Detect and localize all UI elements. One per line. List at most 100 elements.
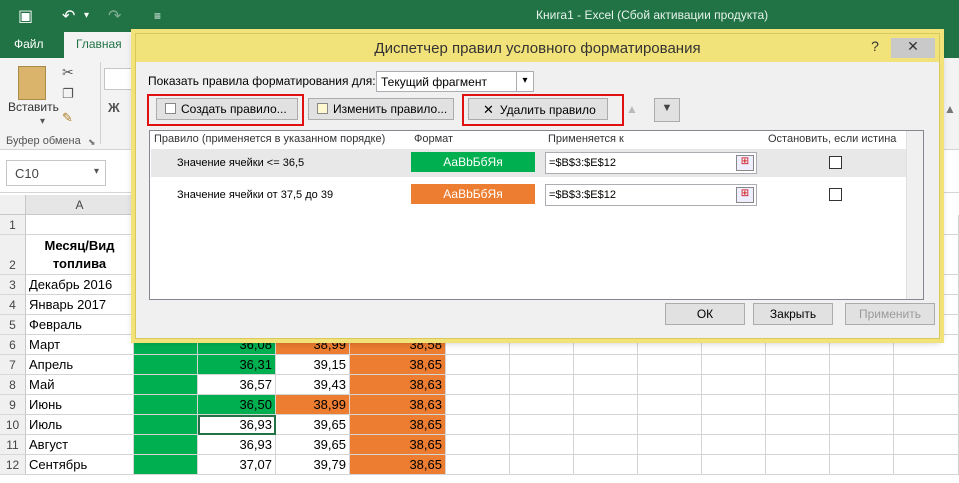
name-box-dropdown-icon[interactable]: ▾: [94, 166, 99, 177]
cell[interactable]: 39,65: [276, 435, 350, 455]
cell[interactable]: Месяц/Вид топлива: [26, 235, 134, 275]
apply-button[interactable]: Применить: [845, 303, 935, 325]
cell[interactable]: [766, 375, 830, 395]
cell[interactable]: [702, 415, 766, 435]
help-icon[interactable]: ?: [865, 38, 885, 58]
cell[interactable]: [638, 435, 702, 455]
cell[interactable]: Август: [26, 435, 134, 455]
cell[interactable]: [446, 435, 510, 455]
cell[interactable]: [830, 415, 894, 435]
cell[interactable]: [574, 455, 638, 475]
rules-scrollbar[interactable]: [906, 131, 923, 299]
cell[interactable]: [574, 415, 638, 435]
cell[interactable]: [134, 375, 198, 395]
cell[interactable]: [446, 395, 510, 415]
cell[interactable]: [638, 375, 702, 395]
paste-label[interactable]: Вставить: [8, 100, 59, 114]
cell[interactable]: [702, 455, 766, 475]
cell[interactable]: [134, 455, 198, 475]
cell[interactable]: [510, 455, 574, 475]
customize-qat-icon[interactable]: ≡: [154, 9, 161, 23]
cell[interactable]: [830, 455, 894, 475]
paste-icon[interactable]: [18, 66, 46, 100]
cell[interactable]: [26, 215, 134, 235]
cell[interactable]: Сентябрь: [26, 455, 134, 475]
cell[interactable]: 39,79: [276, 455, 350, 475]
row-header[interactable]: 8: [0, 375, 26, 395]
cell[interactable]: [702, 435, 766, 455]
cell[interactable]: [134, 355, 198, 375]
cell[interactable]: 39,43: [276, 375, 350, 395]
cell[interactable]: [638, 355, 702, 375]
chevron-down-icon[interactable]: ▾: [516, 72, 533, 91]
cell[interactable]: [446, 355, 510, 375]
cell[interactable]: [702, 355, 766, 375]
cell[interactable]: [446, 375, 510, 395]
clipboard-launcher-icon[interactable]: ⬊: [88, 137, 96, 148]
rule-row[interactable]: Значение ячейки <= 36,5 АаВbБбЯя =$B$3:$E$…: [151, 149, 906, 177]
rules-list[interactable]: Правило (применяется в указанном порядке…: [149, 130, 924, 300]
cell[interactable]: 39,65: [276, 415, 350, 435]
scroll-up-icon[interactable]: ▲: [944, 102, 956, 116]
name-box[interactable]: C10: [6, 160, 106, 186]
cell[interactable]: 36,57: [198, 375, 276, 395]
cell[interactable]: [510, 415, 574, 435]
cell[interactable]: [766, 455, 830, 475]
close-icon[interactable]: ✕: [891, 38, 935, 58]
cell[interactable]: [134, 395, 198, 415]
cell[interactable]: Декабрь 2016: [26, 275, 134, 295]
cell[interactable]: 36,50: [198, 395, 276, 415]
cell[interactable]: Март: [26, 335, 134, 355]
move-up-icon[interactable]: ▲: [626, 102, 638, 116]
row-header[interactable]: 12: [0, 455, 26, 475]
cell[interactable]: [830, 355, 894, 375]
row-header[interactable]: 6: [0, 335, 26, 355]
cell[interactable]: [894, 355, 959, 375]
tab-file[interactable]: Файл: [14, 37, 44, 51]
row-header[interactable]: 9: [0, 395, 26, 415]
cell[interactable]: [766, 355, 830, 375]
cell[interactable]: [134, 435, 198, 455]
rule-row[interactable]: Значение ячейки от 37,5 до 39 АаВbБбЯя =$B…: [151, 181, 906, 209]
font-name-box[interactable]: [104, 68, 134, 90]
cell[interactable]: 38,65: [350, 435, 446, 455]
cell[interactable]: [830, 375, 894, 395]
applies-to-field[interactable]: =$B$3:$E$12 ⊞: [545, 152, 757, 174]
row-header[interactable]: 3: [0, 275, 26, 295]
cell[interactable]: [638, 415, 702, 435]
cell[interactable]: 38,65: [350, 355, 446, 375]
row-header[interactable]: 10: [0, 415, 26, 435]
cell[interactable]: [894, 415, 959, 435]
stop-if-true-checkbox[interactable]: [829, 156, 842, 169]
cell[interactable]: 36,31: [198, 355, 276, 375]
range-select-icon[interactable]: ⊞: [736, 187, 754, 203]
cell[interactable]: Июль: [26, 415, 134, 435]
cell[interactable]: [830, 435, 894, 455]
cell[interactable]: Июнь: [26, 395, 134, 415]
cell[interactable]: [638, 455, 702, 475]
cell[interactable]: 37,07: [198, 455, 276, 475]
row-header[interactable]: 2: [0, 235, 26, 275]
cell[interactable]: Февраль: [26, 315, 134, 335]
undo-icon[interactable]: ↶: [62, 6, 75, 26]
cut-icon[interactable]: ✂: [62, 64, 74, 81]
cell[interactable]: [510, 395, 574, 415]
cell[interactable]: [574, 395, 638, 415]
cell[interactable]: 39,15: [276, 355, 350, 375]
cell[interactable]: 38,65: [350, 415, 446, 435]
cell[interactable]: [446, 415, 510, 435]
cell[interactable]: [702, 375, 766, 395]
cell[interactable]: [830, 395, 894, 415]
cell[interactable]: [510, 375, 574, 395]
cell[interactable]: [894, 455, 959, 475]
cell[interactable]: [574, 355, 638, 375]
row-header[interactable]: 4: [0, 295, 26, 315]
save-icon[interactable]: ▣: [18, 6, 33, 26]
paste-dropdown-icon[interactable]: ▾: [40, 116, 45, 127]
dialog-title-bar[interactable]: Диспетчер правил условного форматировани…: [136, 34, 939, 62]
cell[interactable]: [766, 435, 830, 455]
undo-dropdown-icon[interactable]: ▾: [84, 10, 89, 21]
show-rules-select[interactable]: Текущий фрагмент ▾: [376, 71, 534, 92]
cell[interactable]: [510, 355, 574, 375]
applies-to-field[interactable]: =$B$3:$E$12 ⊞: [545, 184, 757, 206]
